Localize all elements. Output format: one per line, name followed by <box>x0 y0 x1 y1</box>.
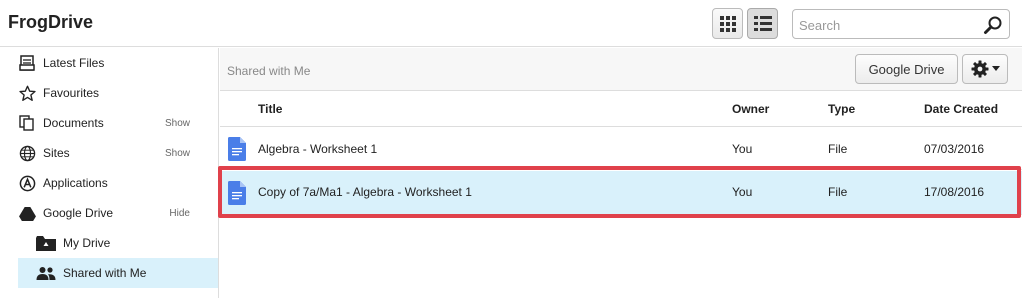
row-type: File <box>828 142 848 156</box>
sidebar-item-google-drive[interactable]: Google Drive Hide <box>18 198 218 228</box>
sidebar-item-label: Shared with Me <box>63 266 147 280</box>
sidebar-item-sites[interactable]: Sites Show <box>18 138 218 168</box>
sidebar-item-label: Applications <box>43 176 108 190</box>
sidebar-item-my-drive[interactable]: My Drive <box>18 228 218 258</box>
row-date-created: 07/03/2016 <box>924 142 985 156</box>
sidebar-item-shared-with-me[interactable]: Shared with Me <box>18 258 218 288</box>
sidebar-item-latest-files[interactable]: Latest Files <box>18 48 218 78</box>
column-header-date-created[interactable]: Date Created <box>924 102 998 116</box>
documents-icon <box>18 114 36 132</box>
people-icon <box>36 264 56 282</box>
list-icon <box>753 15 772 31</box>
breadcrumb: Shared with Me <box>227 64 311 78</box>
sidebar-item-documents[interactable]: Documents Show <box>18 108 218 138</box>
sidebar-item-label: Google Drive <box>43 206 114 220</box>
sidebar-item-label: Sites <box>43 146 70 160</box>
row-owner: You <box>732 185 753 199</box>
sidebar-item-applications[interactable]: Applications <box>18 168 218 198</box>
show-sites-link[interactable]: Show <box>165 148 190 159</box>
search-box <box>792 9 1010 39</box>
hide-google-drive-link[interactable]: Hide <box>169 208 190 219</box>
sidebar: Latest Files Favourites Documents Show S… <box>0 48 219 298</box>
star-icon <box>18 84 36 102</box>
chevron-down-icon <box>992 66 1000 71</box>
google-drive-button[interactable]: Google Drive <box>855 54 958 84</box>
grid-view-button[interactable] <box>712 8 743 39</box>
sidebar-item-label: Latest Files <box>43 56 105 70</box>
inbox-tray-icon <box>18 54 36 72</box>
row-date-created: 17/08/2016 <box>924 185 985 199</box>
google-doc-icon <box>228 137 246 161</box>
row-type: File <box>828 185 848 199</box>
row-title: Copy of 7a/Ma1 - Algebra - Worksheet 1 <box>258 185 472 199</box>
globe-icon <box>18 144 36 162</box>
main-content: Shared with Me Google Drive Title Owner … <box>220 48 1022 298</box>
app-title: FrogDrive <box>8 12 94 32</box>
sidebar-item-label: Documents <box>43 116 104 130</box>
applications-icon <box>18 174 36 192</box>
row-owner: You <box>732 142 753 156</box>
google-drive-icon <box>18 204 36 222</box>
app-header: FrogDrive <box>0 0 1022 47</box>
grid-icon <box>719 15 736 32</box>
list-view-button[interactable] <box>747 8 778 39</box>
table-header: Title Owner Type Date Created <box>220 92 1022 127</box>
sidebar-item-favourites[interactable]: Favourites <box>18 78 218 108</box>
table-row[interactable]: Copy of 7a/Ma1 - Algebra - Worksheet 1 Y… <box>220 171 1022 215</box>
column-header-type[interactable]: Type <box>828 102 855 116</box>
main-toolbar: Shared with Me Google Drive <box>220 48 1022 91</box>
search-input[interactable] <box>799 16 979 34</box>
sidebar-item-label: My Drive <box>63 236 111 250</box>
search-icon[interactable] <box>983 15 1003 35</box>
drive-folder-icon <box>36 234 56 252</box>
row-title: Algebra - Worksheet 1 <box>258 142 378 156</box>
sidebar-item-label: Favourites <box>43 86 100 100</box>
column-header-title[interactable]: Title <box>258 102 282 116</box>
table-row[interactable]: Algebra - Worksheet 1 You File 07/03/201… <box>220 128 1022 170</box>
gear-icon <box>971 60 989 78</box>
settings-menu-button[interactable] <box>962 54 1008 84</box>
google-doc-icon <box>228 181 246 205</box>
show-documents-link[interactable]: Show <box>165 118 190 129</box>
column-header-owner[interactable]: Owner <box>732 102 769 116</box>
